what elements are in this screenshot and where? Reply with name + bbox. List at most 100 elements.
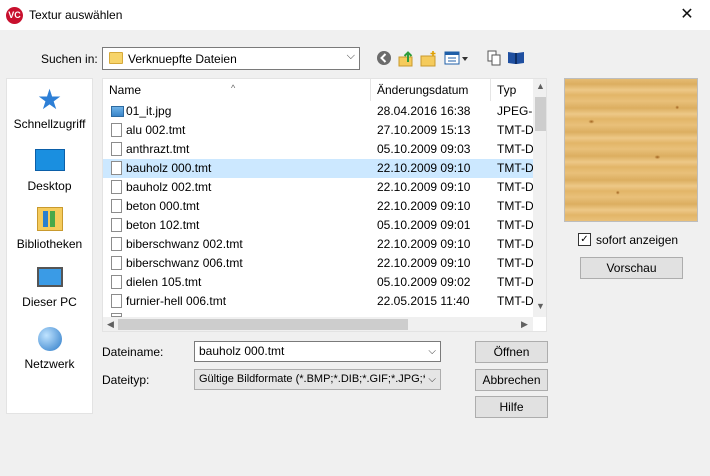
file-icon	[111, 142, 122, 156]
filetype-value: Gültige Bildformate (*.BMP;*.DIB;*.GIF;*…	[199, 373, 437, 385]
file-name: anthrazt.tmt	[126, 142, 190, 156]
file-list[interactable]: Name ^ Änderungsdatum Typ 01_it.jpg 28.0…	[102, 78, 547, 332]
lookin-value: Verknuepfte Dateien	[128, 52, 237, 66]
new-folder-button[interactable]	[420, 50, 438, 68]
sort-ascending-icon: ^	[231, 83, 236, 93]
close-button[interactable]: ✕	[664, 0, 710, 30]
file-row[interactable]: anthrazt.tmt 05.10.2009 09:03 TMT-D	[103, 140, 533, 159]
file-row-selected[interactable]: bauholz 000.tmt 22.10.2009 09:10 TMT-D	[103, 159, 533, 178]
file-icon	[111, 123, 122, 137]
file-icon	[111, 161, 122, 175]
computer-icon	[36, 267, 63, 287]
file-icon	[111, 199, 122, 213]
file-type: TMT-D	[497, 218, 533, 232]
horizontal-scroll-thumb[interactable]	[118, 319, 408, 330]
help-button[interactable]: Hilfe	[475, 396, 548, 418]
view-menu-button[interactable]	[444, 50, 470, 68]
lookin-label: Suchen in:	[41, 52, 98, 66]
file-type: JPEG-B	[497, 104, 533, 118]
file-date: 27.10.2009 15:13	[377, 123, 471, 137]
column-header-type[interactable]: Typ	[491, 79, 533, 101]
instant-preview-label: sofort anzeigen	[596, 233, 679, 247]
up-folder-button[interactable]	[397, 50, 415, 68]
file-date: 22.10.2009 09:10	[377, 180, 471, 194]
place-quick-access[interactable]: ★ Schnellzugriff	[7, 86, 92, 132]
place-libraries[interactable]: Bibliotheken	[7, 207, 92, 251]
place-label: Bibliotheken	[16, 237, 83, 251]
copy-icon	[487, 50, 501, 66]
column-header-name[interactable]: Name ^	[103, 79, 371, 101]
place-label: Netzwerk	[24, 357, 75, 371]
horizontal-scrollbar[interactable]: ◀ ▶	[103, 317, 533, 331]
file-icon	[111, 237, 122, 251]
file-name: beton 000.tmt	[126, 199, 200, 213]
back-icon	[377, 51, 391, 65]
column-header-date[interactable]: Änderungsdatum	[371, 79, 491, 101]
chevron-down-icon: ⌵	[425, 370, 436, 389]
file-icon	[111, 218, 122, 232]
vertical-scroll-thumb[interactable]	[535, 97, 546, 131]
file-row[interactable]: alu 002.tmt 27.10.2009 15:13 TMT-D	[103, 121, 533, 140]
copy-button[interactable]	[485, 50, 503, 68]
file-icon	[111, 180, 122, 194]
filename-input[interactable]: bauholz 000.tmt ⌵	[194, 341, 441, 362]
file-type: TMT-D	[497, 123, 533, 137]
vertical-scrollbar[interactable]: ▲ ▼	[533, 79, 546, 317]
file-type: TMT-D	[497, 142, 533, 156]
place-label: Desktop	[27, 179, 72, 193]
filetype-select[interactable]: Gültige Bildformate (*.BMP;*.DIB;*.GIF;*…	[194, 369, 441, 390]
file-date: 22.10.2009 09:10	[377, 199, 471, 213]
place-this-pc[interactable]: Dieser PC	[7, 267, 92, 309]
file-row[interactable]: dielen 105.tmt 05.10.2009 09:02 TMT-D	[103, 273, 533, 292]
file-row[interactable]: bauholz 002.tmt 22.10.2009 09:10 TMT-D	[103, 178, 533, 197]
file-row[interactable]: beton 000.tmt 22.10.2009 09:10 TMT-D	[103, 197, 533, 216]
open-button[interactable]: Öffnen	[475, 341, 548, 363]
chevron-down-icon[interactable]: ⌵	[428, 342, 436, 361]
file-name: alu 002.tmt	[126, 123, 186, 137]
file-date: 05.10.2009 09:03	[377, 142, 471, 156]
window-title: Textur auswählen	[29, 8, 123, 22]
scroll-right-icon[interactable]: ▶	[517, 319, 532, 330]
file-type: TMT-D	[497, 199, 533, 213]
column-header-label: Name	[109, 83, 142, 97]
file-type: TMT-D	[497, 294, 533, 308]
file-date: 05.10.2009 09:02	[377, 275, 471, 289]
place-network[interactable]: Netzwerk	[7, 327, 92, 371]
file-name: bauholz 002.tmt	[126, 180, 212, 194]
file-name: bauholz 000.tmt	[126, 161, 212, 175]
folder-icon	[109, 52, 123, 64]
up-folder-icon	[398, 51, 413, 67]
file-name: furnier-hell 006.tmt	[126, 294, 227, 308]
scroll-up-icon[interactable]: ▲	[533, 81, 546, 91]
app-logo-icon: VC	[6, 7, 23, 24]
view-menu-icon	[444, 51, 468, 65]
file-row[interactable]: beton 102.tmt 05.10.2009 09:01 TMT-D	[103, 216, 533, 235]
network-icon	[37, 327, 62, 351]
place-desktop[interactable]: Desktop	[7, 149, 92, 193]
file-row[interactable]: biberschwanz 006.tmt 22.10.2009 09:10 TM…	[103, 254, 533, 273]
file-name: dielen 105.tmt	[126, 275, 202, 289]
file-date: 22.10.2009 09:10	[377, 161, 471, 175]
texture-preview-image	[564, 78, 698, 222]
places-bar: ★ Schnellzugriff Desktop Bibliotheken Di…	[6, 78, 93, 414]
file-row[interactable]: furnier-hell 006.tmt 22.05.2015 11:40 TM…	[103, 292, 533, 311]
lookin-combo[interactable]: Verknuepfte Dateien ⌵	[102, 47, 360, 70]
file-row[interactable]: biberschwanz 002.tmt 22.10.2009 09:10 TM…	[103, 235, 533, 254]
library-book-icon	[508, 52, 524, 64]
title-bar: VC Textur auswählen ✕	[0, 0, 710, 30]
library-button[interactable]	[507, 50, 525, 68]
file-date: 05.10.2009 09:01	[377, 218, 471, 232]
scroll-down-icon[interactable]: ▼	[533, 301, 546, 311]
file-name: biberschwanz 006.tmt	[126, 256, 243, 270]
instant-preview-checkbox[interactable]: ✓	[578, 233, 591, 246]
preview-button[interactable]: Vorschau	[580, 257, 683, 279]
file-row[interactable]: 01_it.jpg 28.04.2016 16:38 JPEG-B	[103, 102, 533, 121]
place-label: Schnellzugriff	[13, 117, 86, 131]
scroll-left-icon[interactable]: ◀	[103, 319, 118, 330]
back-button[interactable]	[375, 50, 393, 68]
file-name: biberschwanz 002.tmt	[126, 237, 243, 251]
file-date: 28.04.2016 16:38	[377, 104, 471, 118]
chevron-down-icon: ⌵	[346, 50, 355, 62]
cancel-button[interactable]: Abbrechen	[475, 369, 548, 391]
filetype-label: Dateityp:	[102, 373, 150, 387]
